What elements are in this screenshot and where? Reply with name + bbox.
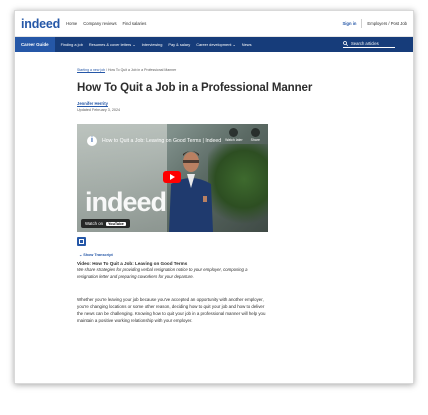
breadcrumb-separator: / [106,68,107,72]
nav-link-company-reviews[interactable]: Company reviews [83,21,116,26]
transcript-icon[interactable] [77,237,86,246]
video-overlay-logo: indeed [85,187,167,217]
career-guide-tab[interactable]: Career Guide [15,37,55,52]
nav-link-find-salaries[interactable]: Find salaries [123,21,147,26]
share-button[interactable]: Share [251,128,260,142]
indeed-logo[interactable]: indeed [21,17,60,31]
nav-link-home[interactable]: Home [66,21,77,26]
career-guide-nav: Career Guide Finding a job Resumes & cov… [15,37,413,52]
sign-in-link[interactable]: Sign in [342,21,356,26]
subnav-career-development[interactable]: Career development ⌄ [196,42,236,47]
subnav-finding-a-job[interactable]: Finding a job [61,42,83,47]
watch-later-label: Watch later [225,138,243,142]
show-transcript-toggle[interactable]: ⌄ Show Transcript [79,252,337,257]
show-transcript-label: Show Transcript [83,253,113,257]
video-caption-title: Video: How To Quit a Job: Leaving on Goo… [77,261,188,266]
top-navigation: indeed Home Company reviews Find salarie… [15,11,413,37]
presenter-image [169,151,213,232]
search-articles-input[interactable]: Search articles [343,41,395,48]
channel-logo-icon[interactable]: i [87,136,97,146]
video-player[interactable]: i How to Quit a Job: Leaving on Good Ter… [77,124,268,232]
article-content: Starting a new job / How To Quit a Job i… [77,67,337,324]
subnav-pay-salary[interactable]: Pay & salary [168,42,190,47]
subnav-resumes-cover-letters[interactable]: Resumes & cover letters ⌄ [89,42,136,47]
author-link[interactable]: Jennifer Herrity [77,101,337,106]
share-label: Share [250,138,260,142]
play-icon[interactable] [163,171,181,183]
browser-page: indeed Home Company reviews Find salarie… [14,10,414,384]
page-title: How To Quit a Job in a Professional Mann… [77,82,313,94]
breadcrumb: Starting a new job / How To Quit a Job i… [77,68,337,72]
video-caption-description: We share strategies for providing verbal… [77,267,248,279]
watch-later-button[interactable]: Watch later [225,128,243,142]
youtube-logo: YouTube [106,221,126,226]
subnav-interviewing[interactable]: Interviewing [142,42,163,47]
video-actions: Watch later Share [225,128,260,142]
updated-date: Updated February 3, 2024 [77,108,121,112]
search-icon [343,41,348,46]
video-title[interactable]: How to Quit a Job: Leaving on Good Terms… [102,138,221,144]
subnav-news[interactable]: News [242,42,252,47]
breadcrumb-current: How To Quit a Job in a Professional Mann… [107,68,177,72]
watch-on-label: Watch on [85,221,103,226]
nav-divider [361,19,363,28]
share-icon [250,128,260,137]
clock-icon [229,128,239,137]
watch-on-youtube-button[interactable]: Watch on YouTube [81,219,130,228]
article-paragraph: Whether you're leaving your job because … [77,297,266,323]
breadcrumb-parent-link[interactable]: Starting a new job [77,68,105,72]
search-placeholder: Search articles [351,41,379,46]
employers-post-job-link[interactable]: Employers / Post Job [367,21,407,26]
